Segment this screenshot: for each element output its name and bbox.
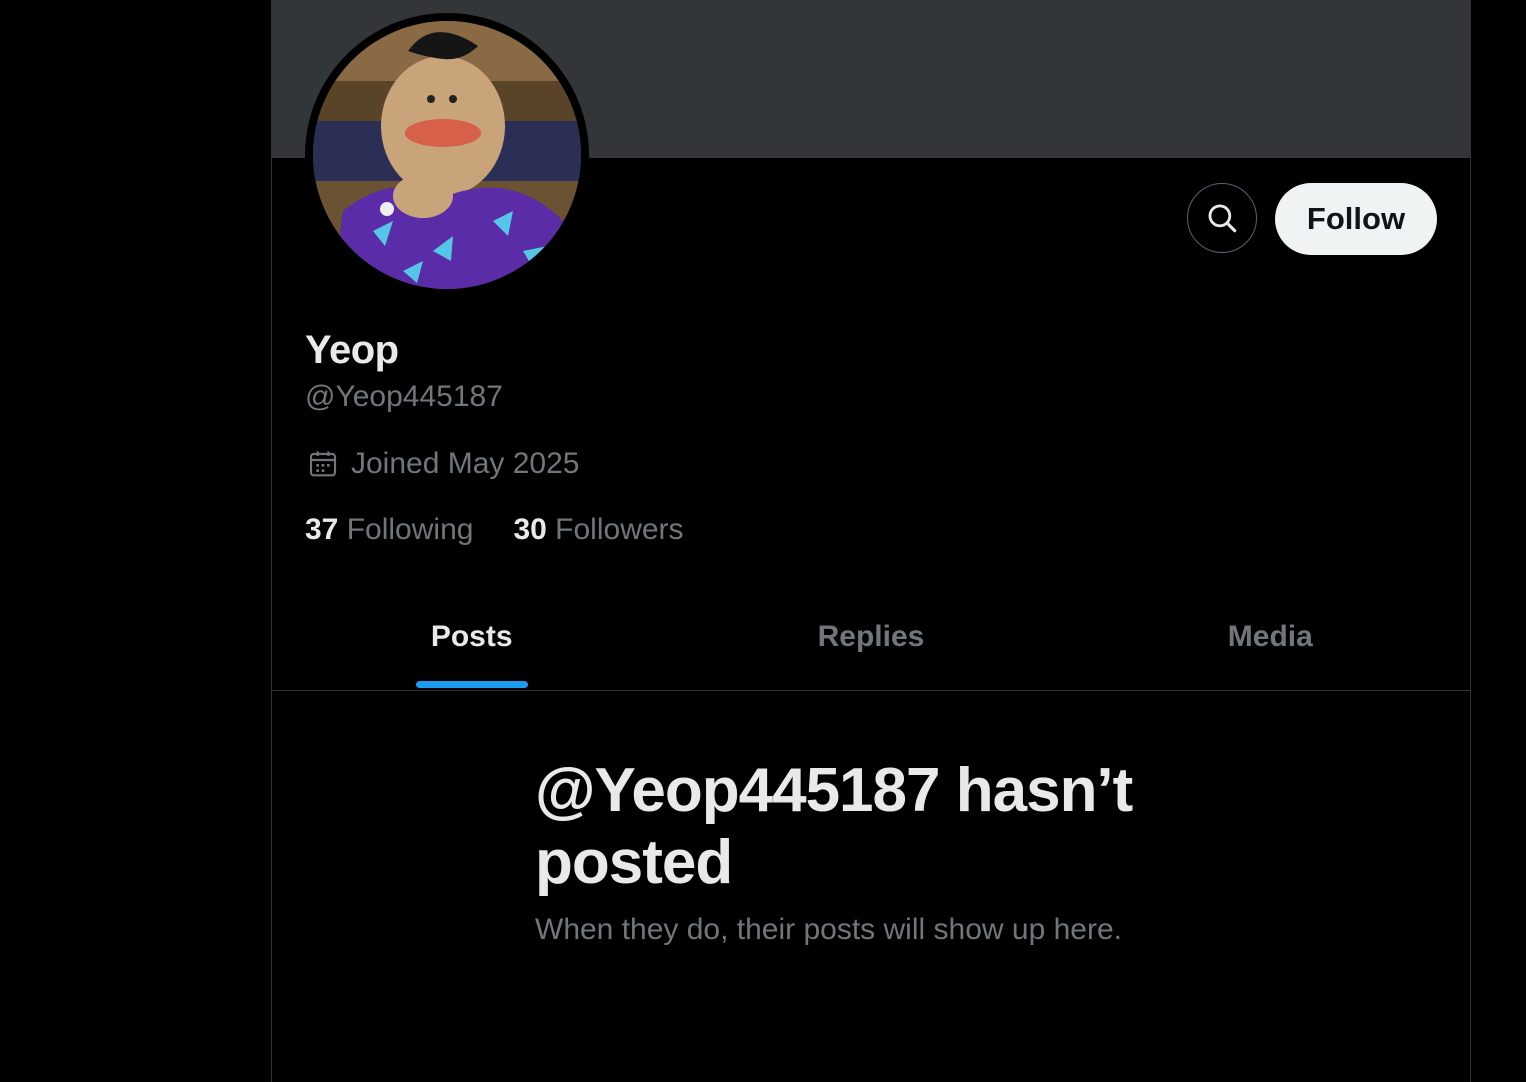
joined-label: Joined May 2025 <box>351 447 580 480</box>
tab-media-label: Media <box>1227 619 1313 653</box>
empty-state: @Yeop445187 hasn’t posted When they do, … <box>535 755 1235 947</box>
following-count: 37 <box>305 513 339 546</box>
following-link[interactable]: 37 Following <box>305 513 473 547</box>
active-tab-indicator <box>415 681 528 688</box>
following-label: Following <box>346 513 474 546</box>
search-icon <box>1208 204 1237 233</box>
avatar-image <box>313 21 581 289</box>
follow-stats: 37 Following 30 Followers <box>305 513 724 547</box>
followers-link[interactable]: 30 Followers <box>513 513 683 547</box>
avatar[interactable] <box>305 13 589 297</box>
profile-column: Follow Yeop @Yeop445187 Joined May 2025 … <box>271 0 1471 1082</box>
joined-date: Joined May 2025 <box>307 447 580 481</box>
followers-count: 30 <box>513 513 547 546</box>
profile-tabs: Posts Replies Media <box>272 583 1470 691</box>
tab-media[interactable]: Media <box>1071 583 1470 690</box>
username-handle: @Yeop445187 <box>305 380 503 413</box>
search-posts-button[interactable] <box>1187 183 1257 253</box>
tab-posts[interactable]: Posts <box>272 583 671 690</box>
calendar-icon <box>309 451 337 477</box>
followers-label: Followers <box>555 513 684 546</box>
tab-replies[interactable]: Replies <box>671 583 1070 690</box>
tab-replies-label: Replies <box>817 619 925 653</box>
display-name: Yeop <box>305 328 399 372</box>
empty-state-title: @Yeop445187 hasn’t posted <box>535 756 1133 897</box>
empty-state-subtitle: When they do, their posts will show up h… <box>535 913 1122 946</box>
tab-posts-label: Posts <box>430 619 513 653</box>
follow-button[interactable]: Follow <box>1275 183 1437 255</box>
